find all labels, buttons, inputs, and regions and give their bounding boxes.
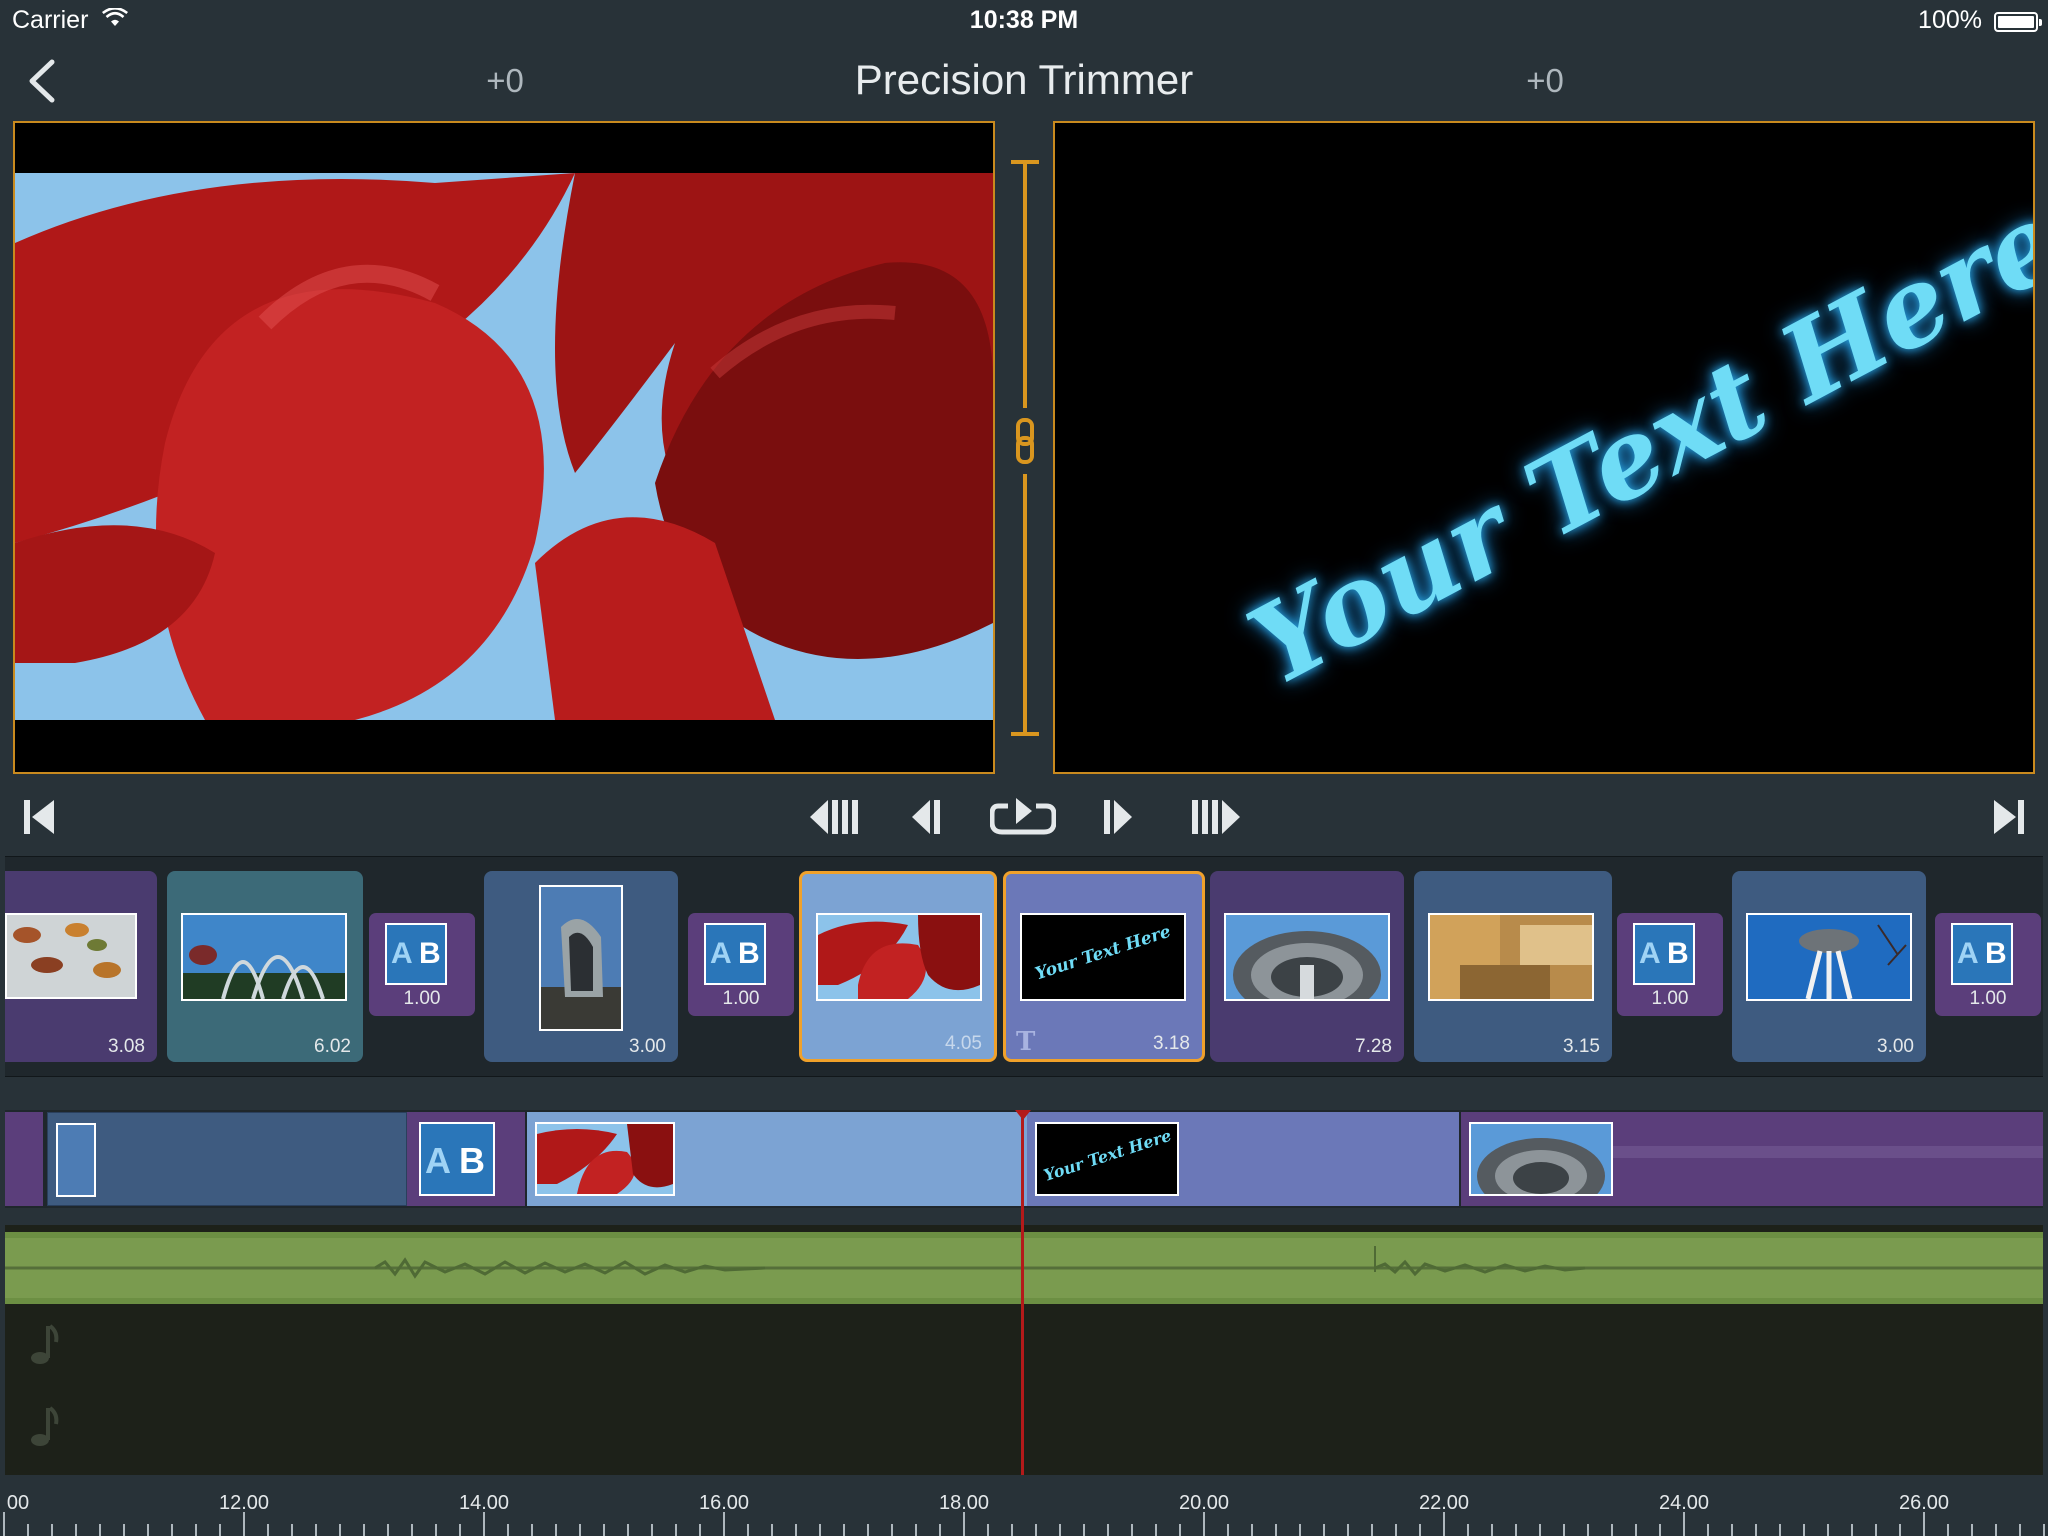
go-to-start-icon[interactable] bbox=[20, 792, 60, 842]
transition-duration: 1.00 bbox=[403, 988, 441, 1009]
clip-duration: 3.00 bbox=[629, 1036, 666, 1057]
timeline-video-track[interactable]: AB Your Text Here bbox=[5, 1110, 2043, 1208]
battery-icon bbox=[1994, 12, 2042, 32]
timeline-clip-thumbnail bbox=[56, 1123, 96, 1197]
storyboard-clip[interactable]: 3.00 bbox=[484, 871, 678, 1062]
transition-ab-icon: AB bbox=[704, 923, 766, 985]
step-forward-frame-icon[interactable] bbox=[1100, 792, 1134, 842]
storyboard-title-clip-selected[interactable]: Your Text Here T 3.18 bbox=[1003, 871, 1205, 1062]
storyboard-transition[interactable]: AB 1.00 bbox=[688, 913, 794, 1016]
red-sculpture-thumbnail bbox=[816, 913, 982, 1001]
clip-duration: 6.02 bbox=[314, 1036, 351, 1057]
storyboard-clip-selected[interactable]: 4.05 bbox=[799, 871, 997, 1062]
storyboard-transition[interactable]: AB 1.00 bbox=[369, 913, 475, 1016]
fountain-arches-thumbnail bbox=[181, 913, 347, 1001]
ruler-label: 22.00 bbox=[1418, 1492, 1470, 1514]
storyboard-strip[interactable]: 3.08 6.02 AB 1.00 3.00 AB 1.00 4.05 Your… bbox=[5, 856, 2043, 1077]
title-clip-badge-icon: T bbox=[1016, 1027, 1036, 1057]
ruler-label: 18.00 bbox=[938, 1492, 990, 1514]
loop-play-icon[interactable] bbox=[990, 792, 1056, 842]
right-trim-offset: +0 bbox=[1526, 62, 1564, 99]
transition-ab-icon: AB bbox=[419, 1122, 495, 1196]
storyboard-clip[interactable]: 3.08 bbox=[5, 871, 157, 1062]
ruler-label: 14.00 bbox=[458, 1492, 510, 1514]
transition-duration: 1.00 bbox=[1969, 988, 2007, 1009]
page-title: Precision Trimmer bbox=[854, 56, 1194, 103]
clock: 10:38 PM bbox=[969, 6, 1079, 34]
go-to-end-icon[interactable] bbox=[1988, 792, 2028, 842]
clip-duration: 3.15 bbox=[1563, 1036, 1600, 1057]
title-overlay-text: Your Text Here bbox=[1229, 177, 2035, 711]
storyboard-clip[interactable]: 7.28 bbox=[1210, 871, 1404, 1062]
clip-duration: 7.28 bbox=[1355, 1036, 1392, 1057]
storyboard-transition[interactable]: AB 1.00 bbox=[1935, 913, 2041, 1016]
clip-duration: 3.18 bbox=[1153, 1033, 1190, 1054]
timeline-transition[interactable] bbox=[5, 1112, 43, 1206]
incoming-clip-preview[interactable]: Your Text Here bbox=[1053, 121, 2035, 774]
ruler-label: 20.00 bbox=[1178, 1492, 1230, 1514]
storyboard-clip[interactable]: 3.15 bbox=[1414, 871, 1612, 1062]
transition-ab-icon: AB bbox=[1951, 923, 2013, 985]
timeline-ruler[interactable] bbox=[0, 1484, 2048, 1536]
clip-duration: 4.05 bbox=[945, 1033, 982, 1054]
step-back-multiple-icon[interactable] bbox=[808, 792, 858, 842]
battery-percentage: 100% bbox=[1918, 6, 1982, 34]
storyboard-transition[interactable]: AB 1.00 bbox=[1617, 913, 1723, 1016]
audio-track-waveform[interactable] bbox=[5, 1232, 2043, 1304]
timeline-transition[interactable]: AB bbox=[407, 1112, 525, 1206]
timeline-clip[interactable] bbox=[1461, 1112, 2043, 1206]
ruler-label: 16.00 bbox=[698, 1492, 750, 1514]
metal-sculpture-thumbnail bbox=[539, 885, 623, 1031]
music-note-icon bbox=[31, 1324, 59, 1364]
transition-ab-icon: AB bbox=[385, 923, 447, 985]
trim-link-icon[interactable] bbox=[1005, 158, 1045, 738]
timeline-clip[interactable] bbox=[527, 1112, 1027, 1206]
transition-ab-icon: AB bbox=[1633, 923, 1695, 985]
clip-duration: 3.08 bbox=[108, 1036, 145, 1057]
space-needle-below-thumbnail bbox=[1746, 913, 1912, 1001]
ruler-label: 00 bbox=[6, 1492, 30, 1514]
timeline-title-thumbnail: Your Text Here bbox=[1035, 1122, 1179, 1196]
storyboard-clip[interactable]: 3.00 bbox=[1732, 871, 1926, 1062]
playhead[interactable] bbox=[1021, 1110, 1024, 1475]
autumn-leaves-thumbnail bbox=[5, 913, 137, 999]
ruler-label: 24.00 bbox=[1658, 1492, 1710, 1514]
step-back-frame-icon[interactable] bbox=[910, 792, 944, 842]
title-thumbnail: Your Text Here bbox=[1020, 913, 1186, 1001]
transition-duration: 1.00 bbox=[1651, 988, 1689, 1009]
playhead-top-marker bbox=[1015, 1110, 1031, 1120]
music-note-icon bbox=[31, 1406, 59, 1446]
status-bar: Carrier 10:38 PM 100% bbox=[0, 0, 2048, 42]
timeline-title-clip[interactable]: Your Text Here bbox=[1027, 1112, 1459, 1206]
timeline-clip-thumbnail bbox=[1469, 1122, 1613, 1196]
red-sculpture-image bbox=[15, 123, 993, 772]
storyboard-clip[interactable]: 6.02 bbox=[167, 871, 363, 1062]
timeline-clip-thumbnail bbox=[535, 1122, 675, 1196]
clip-duration: 3.00 bbox=[1877, 1036, 1914, 1057]
step-forward-multiple-icon[interactable] bbox=[1192, 792, 1242, 842]
space-needle-thumbnail bbox=[1224, 913, 1390, 1001]
transition-duration: 1.00 bbox=[722, 988, 760, 1009]
timeline-clip[interactable] bbox=[47, 1112, 407, 1206]
golden-abstract-thumbnail bbox=[1428, 913, 1594, 1001]
ruler-label: 12.00 bbox=[218, 1492, 270, 1514]
ruler-label: 26.00 bbox=[1898, 1492, 1950, 1514]
outgoing-clip-preview[interactable] bbox=[13, 121, 995, 774]
